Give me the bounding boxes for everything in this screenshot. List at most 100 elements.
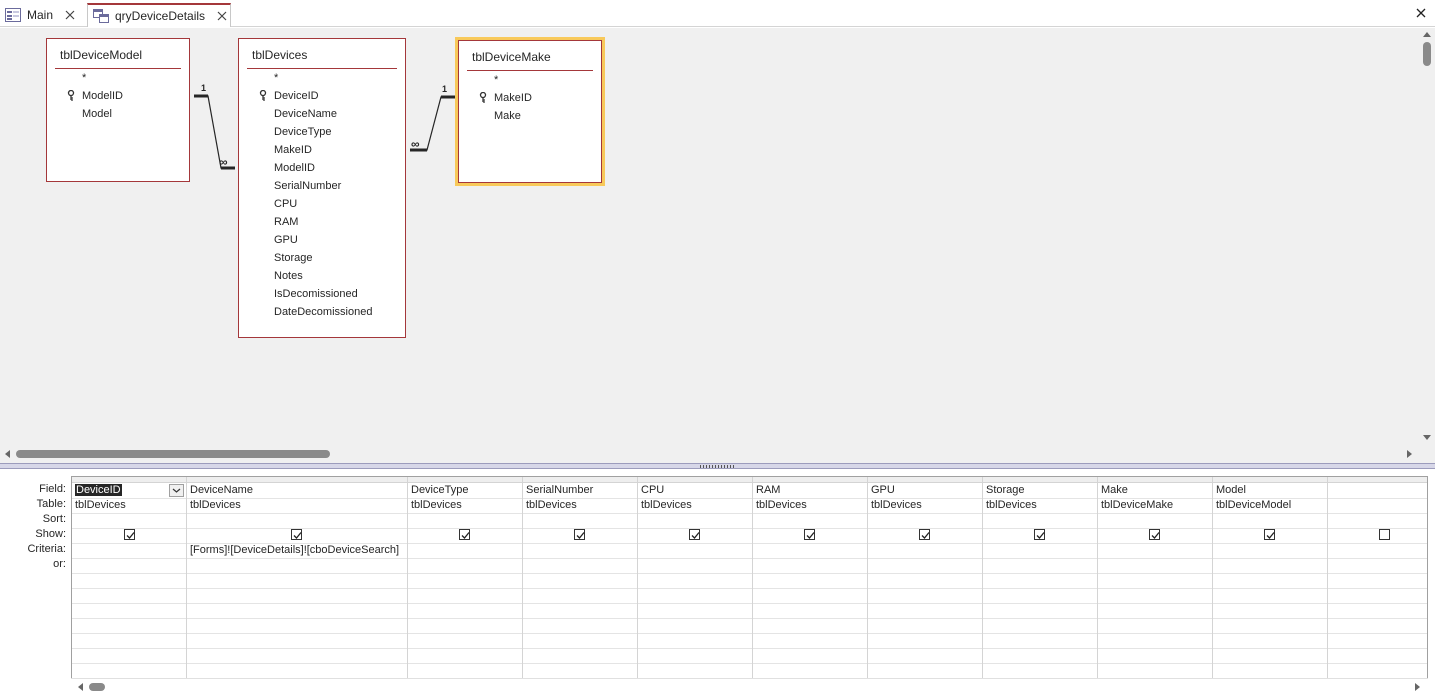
scroll-left-icon[interactable] xyxy=(76,682,84,692)
close-icon[interactable] xyxy=(215,9,229,23)
checkmark-icon xyxy=(921,532,930,539)
table-cell[interactable]: tblDeviceMake xyxy=(1101,499,1173,511)
field-make[interactable]: Make xyxy=(494,110,521,122)
grid-column-cpu[interactable]: CPU tblDevices xyxy=(638,477,753,678)
field-deviceid[interactable]: DeviceID xyxy=(274,90,319,102)
field-makeid[interactable]: MakeID xyxy=(274,144,312,156)
column-selector[interactable] xyxy=(523,477,637,483)
grid-column-ram[interactable]: RAM tblDevices xyxy=(753,477,868,678)
field-devicename[interactable]: DeviceName xyxy=(274,108,337,120)
field-cell[interactable]: SerialNumber xyxy=(526,484,593,496)
column-selector[interactable] xyxy=(187,477,407,483)
table-cell[interactable]: tblDevices xyxy=(986,499,1037,511)
show-checkbox[interactable] xyxy=(124,529,135,540)
field-dropdown-button[interactable] xyxy=(169,484,184,497)
field-devicetype[interactable]: DeviceType xyxy=(274,126,331,138)
table-cell[interactable]: tblDeviceModel xyxy=(1216,499,1291,511)
vertical-scrollbar[interactable] xyxy=(1419,28,1435,446)
tab-main[interactable]: Main xyxy=(0,3,84,27)
show-checkbox[interactable] xyxy=(1379,529,1390,540)
field-cell[interactable]: GPU xyxy=(871,484,895,496)
scrollbar-thumb[interactable] xyxy=(1423,42,1431,66)
show-checkbox[interactable] xyxy=(574,529,585,540)
field-cell[interactable]: DeviceType xyxy=(411,484,468,496)
column-selector[interactable] xyxy=(753,477,867,483)
scrollbar-thumb[interactable] xyxy=(89,683,105,691)
field-isdecomissioned[interactable]: IsDecomissioned xyxy=(274,288,358,300)
grid-column-serialnumber[interactable]: SerialNumber tblDevices xyxy=(523,477,638,678)
table-cell[interactable]: tblDevices xyxy=(411,499,462,511)
table-box-tbldevicemake[interactable]: tblDeviceMake * MakeID Make xyxy=(455,37,605,186)
field-modelid[interactable]: ModelID xyxy=(274,162,315,174)
field-storage[interactable]: Storage xyxy=(274,252,313,264)
field-notes[interactable]: Notes xyxy=(274,270,303,282)
checkmark-icon xyxy=(576,532,585,539)
field-serialnumber[interactable]: SerialNumber xyxy=(274,180,341,192)
scroll-up-icon[interactable] xyxy=(1422,30,1432,38)
field-cell[interactable]: Make xyxy=(1101,484,1128,496)
table-box-tbldevices[interactable]: tblDevices * DeviceID DeviceName DeviceT… xyxy=(238,38,406,338)
column-selector[interactable] xyxy=(1213,477,1327,483)
column-selector[interactable] xyxy=(408,477,522,483)
field-cell[interactable]: DeviceID xyxy=(75,484,122,496)
scroll-down-icon[interactable] xyxy=(1422,434,1432,442)
grid-column-devicename[interactable]: DeviceName tblDevices [Forms]![DeviceDet… xyxy=(187,477,408,678)
field-gpu[interactable]: GPU xyxy=(274,234,298,246)
scroll-right-icon[interactable] xyxy=(1406,449,1414,459)
close-icon[interactable] xyxy=(63,8,77,22)
horizontal-scrollbar[interactable] xyxy=(0,446,1419,462)
column-selector[interactable] xyxy=(72,477,186,483)
grid-column-empty[interactable] xyxy=(1328,477,1427,678)
field-makeid[interactable]: MakeID xyxy=(494,92,532,104)
table-box-tbldevicemodel[interactable]: tblDeviceModel * ModelID Model xyxy=(46,38,190,182)
field-all[interactable]: * xyxy=(274,72,278,84)
field-model[interactable]: Model xyxy=(82,108,112,120)
scrollbar-thumb[interactable] xyxy=(16,450,330,458)
field-all[interactable]: * xyxy=(494,74,498,86)
grid-column-make[interactable]: Make tblDeviceMake xyxy=(1098,477,1213,678)
field-cell[interactable]: RAM xyxy=(756,484,780,496)
grid-column-storage[interactable]: Storage tblDevices xyxy=(983,477,1098,678)
column-selector[interactable] xyxy=(1328,477,1427,483)
field-datedecomissioned[interactable]: DateDecomissioned xyxy=(274,306,372,318)
column-selector[interactable] xyxy=(638,477,752,483)
field-all[interactable]: * xyxy=(82,72,86,84)
table-cell[interactable]: tblDevices xyxy=(75,499,126,511)
query-design-surface[interactable]: 1 ∞ 1 ∞ tblDeviceModel * ModelID Model t… xyxy=(0,28,1435,463)
grid-column-gpu[interactable]: GPU tblDevices xyxy=(868,477,983,678)
scroll-left-icon[interactable] xyxy=(3,449,11,459)
grid-horizontal-scrollbar[interactable] xyxy=(71,678,1428,694)
show-checkbox[interactable] xyxy=(1149,529,1160,540)
field-modelid[interactable]: ModelID xyxy=(82,90,123,102)
field-cell[interactable]: Model xyxy=(1216,484,1246,496)
grid-column-deviceid[interactable]: DeviceID tblDevices xyxy=(72,477,187,678)
field-ram[interactable]: RAM xyxy=(274,216,298,228)
criteria-cell[interactable]: [Forms]![DeviceDetails]![cboDeviceSearch… xyxy=(190,544,399,556)
design-grid[interactable]: DeviceID tblDevices DeviceName tblDevice… xyxy=(71,476,1428,694)
show-checkbox[interactable] xyxy=(804,529,815,540)
table-cell[interactable]: tblDevices xyxy=(526,499,577,511)
tab-qrydevicedetails[interactable]: qryDeviceDetails xyxy=(87,3,231,27)
grid-column-devicetype[interactable]: DeviceType tblDevices xyxy=(408,477,523,678)
field-cell[interactable]: DeviceName xyxy=(190,484,253,496)
show-checkbox[interactable] xyxy=(1034,529,1045,540)
show-checkbox[interactable] xyxy=(919,529,930,540)
table-cell[interactable]: tblDevices xyxy=(641,499,692,511)
field-cpu[interactable]: CPU xyxy=(274,198,297,210)
column-selector[interactable] xyxy=(983,477,1097,483)
pane-splitter[interactable] xyxy=(0,463,1435,469)
scroll-right-icon[interactable] xyxy=(1414,682,1422,692)
field-cell[interactable]: Storage xyxy=(986,484,1025,496)
table-cell[interactable]: tblDevices xyxy=(190,499,241,511)
table-cell[interactable]: tblDevices xyxy=(871,499,922,511)
show-checkbox[interactable] xyxy=(689,529,700,540)
show-checkbox[interactable] xyxy=(291,529,302,540)
show-checkbox[interactable] xyxy=(1264,529,1275,540)
column-selector[interactable] xyxy=(1098,477,1212,483)
table-cell[interactable]: tblDevices xyxy=(756,499,807,511)
close-document-icon[interactable] xyxy=(1413,5,1429,21)
field-cell[interactable]: CPU xyxy=(641,484,664,496)
show-checkbox[interactable] xyxy=(459,529,470,540)
grid-column-model[interactable]: Model tblDeviceModel xyxy=(1213,477,1328,678)
column-selector[interactable] xyxy=(868,477,982,483)
